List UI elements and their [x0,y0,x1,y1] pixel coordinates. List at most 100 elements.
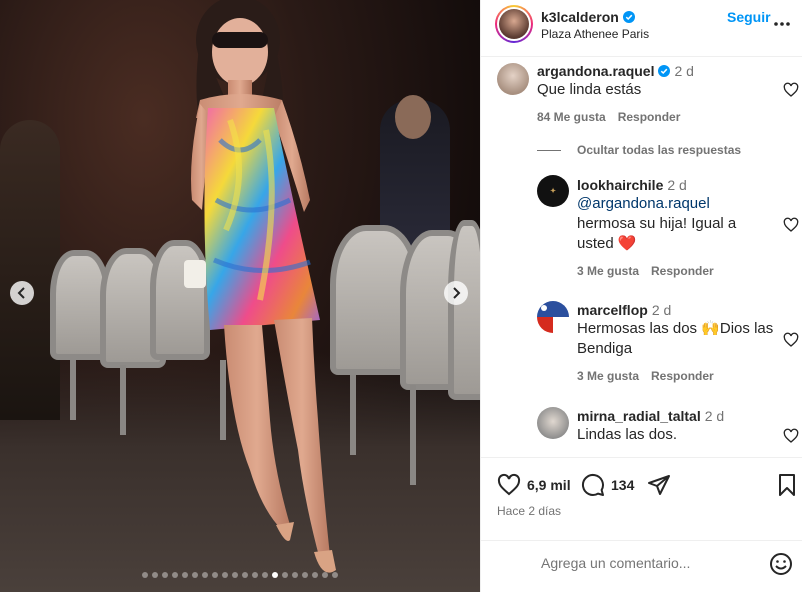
divider-line [537,149,561,151]
carousel-dot [192,572,198,578]
carousel-dot [182,572,188,578]
carousel-dot [172,572,178,578]
likes-count[interactable]: 6,9 mil [527,477,571,493]
save-action[interactable] [775,473,799,497]
commenter-avatar[interactable] [537,407,569,439]
comment-item: argandona.raquel 2 d Que linda estás 84 … [481,57,802,137]
reply-item: mirna_radial_taltal 2 d Lindas las dos. [481,401,802,457]
comment-mention[interactable]: @argandona.raquel [577,194,710,214]
commenter-username[interactable]: argandona.raquel [537,63,654,79]
like-comment-icon[interactable] [783,217,799,233]
commenter-username-row: lookhairchile 2 d [577,177,687,193]
comment-input[interactable] [541,555,741,571]
comment-likes[interactable]: 3 Me gusta [577,369,639,383]
commenter-username-row: mirna_radial_taltal 2 d [577,408,724,424]
commenter-username-row: marcelflop 2 d [577,302,671,318]
commenter-avatar[interactable]: ✦ [537,175,569,207]
commenter-avatar[interactable] [497,63,529,95]
carousel-dot [162,572,168,578]
post-header: k3lcalderon Plaza Athenee Paris Seguir [481,0,802,57]
carousel-dot [292,572,298,578]
post-image[interactable] [0,0,480,592]
comment-action[interactable]: 134 [581,473,634,497]
comment-text: Lindas las dos. [577,426,678,443]
carousel-dot [272,572,278,578]
chair-leg [70,360,76,420]
share-paper-plane-icon[interactable] [647,473,671,497]
author-username[interactable]: k3lcalderon [541,9,619,25]
reply-item: ✦ lookhairchile 2 d @argandona.raquel he… [481,169,802,279]
next-slide-button[interactable] [444,281,468,305]
reply-button[interactable]: Responder [651,264,714,278]
hide-replies-button[interactable]: Ocultar todas las respuestas [537,143,741,157]
carousel-dot [262,572,268,578]
reply-button[interactable]: Responder [651,369,714,383]
comment-likes[interactable]: 84 Me gusta [537,110,606,124]
comment-meta: 3 Me gusta Responder [577,369,714,383]
comment-meta: 84 Me gusta Responder [537,110,680,124]
author-username-row[interactable]: k3lcalderon [541,9,635,25]
share-action[interactable] [647,473,671,497]
verified-badge-icon [658,65,671,77]
commenter-username[interactable]: lookhairchile [577,177,663,193]
reply-item: marcelflop 2 d Hermosas las dos 🙌Dios la… [481,295,802,385]
comment-time[interactable]: 2 d [705,408,724,424]
commenter-username[interactable]: mirna_radial_taltal [577,408,701,424]
bookmark-icon[interactable] [775,473,799,497]
commenter-username-row: argandona.raquel 2 d [537,63,694,79]
carousel-dot [222,572,228,578]
post-timestamp[interactable]: Hace 2 días [497,504,561,518]
carousel-dot [332,572,338,578]
chair [448,220,480,400]
carousel-dot [242,572,248,578]
chair-leg [410,385,416,485]
more-options-icon[interactable] [772,14,792,34]
carousel-dot [322,572,328,578]
hide-replies-label[interactable]: Ocultar todas las respuestas [577,143,741,157]
background-person [0,120,60,420]
comment-time[interactable]: 2 d [667,177,686,193]
like-comment-icon[interactable] [783,428,799,444]
carousel-dot [212,572,218,578]
comment-time[interactable]: 2 d [652,302,671,318]
comment-text: hermosa su hija! Igual a usted ❤️ [577,215,737,252]
emoji-picker-icon[interactable] [769,552,793,576]
carousel-indicator [0,572,480,578]
commenter-username[interactable]: marcelflop [577,302,648,318]
comment-bubble-icon[interactable] [581,473,605,497]
carousel-dot [312,572,318,578]
comment-time[interactable]: 2 d [674,63,693,79]
author-avatar[interactable] [495,5,533,43]
carousel-dot [142,572,148,578]
carousel-dot [252,572,258,578]
brand-logo-icon: ✦ [550,188,556,195]
carousel-dot [302,572,308,578]
chair-leg [120,365,126,435]
carousel-dot [282,572,288,578]
comment-meta: 3 Me gusta Responder [577,264,714,278]
comment-likes[interactable]: 3 Me gusta [577,264,639,278]
prev-slide-button[interactable] [10,281,34,305]
post-side-panel: k3lcalderon Plaza Athenee Paris Seguir a… [480,0,802,592]
woman-figure [184,0,336,573]
heart-icon[interactable] [497,473,521,497]
comment-text: Que linda estás [537,81,642,98]
add-comment-bar [481,540,802,592]
commenter-avatar[interactable] [537,301,569,333]
background-person [395,95,431,139]
chevron-left-icon [17,287,25,299]
follow-button[interactable]: Seguir [727,9,771,25]
like-comment-icon[interactable] [783,332,799,348]
comment-text: Hermosas las dos 🙌Dios las Bendiga [577,320,774,357]
post-location[interactable]: Plaza Athenee Paris [541,27,649,41]
carousel-dot [152,572,158,578]
carousel-dot [232,572,238,578]
carousel-dot [202,572,208,578]
like-action[interactable]: 6,9 mil [497,473,571,497]
chevron-right-icon [453,287,461,299]
comments-count[interactable]: 134 [611,477,634,493]
verified-badge-icon [622,11,635,23]
reply-button[interactable]: Responder [618,110,681,124]
like-comment-icon[interactable] [783,82,799,98]
comments-list[interactable]: argandona.raquel 2 d Que linda estás 84 … [481,57,802,457]
